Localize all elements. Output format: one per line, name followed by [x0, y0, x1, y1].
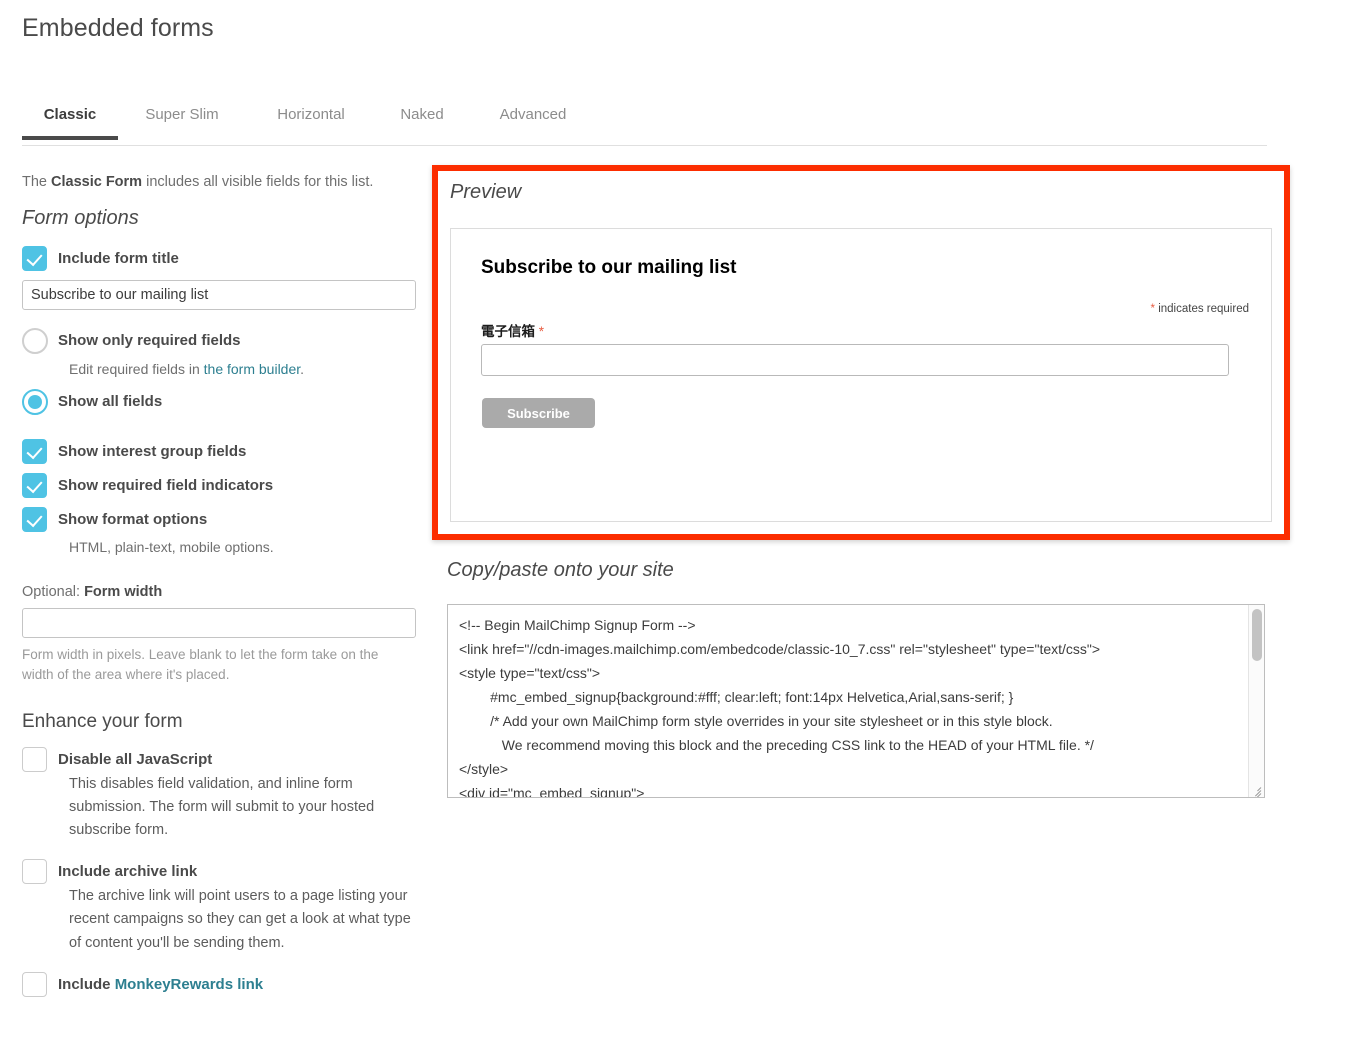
preview-subscribe-button[interactable]: Subscribe	[482, 398, 595, 428]
indicates-required-text: indicates required	[1155, 303, 1249, 315]
form-builder-help-post: .	[300, 361, 305, 378]
include-archive-link-row[interactable]: Include archive link	[22, 858, 422, 884]
embed-code-text: <!-- Begin MailChimp Signup Form --> <li…	[459, 617, 1101, 798]
preview-email-input[interactable]	[481, 344, 1229, 376]
include-archive-link-label: Include archive link	[58, 862, 198, 880]
show-required-field-indicators-label: Show required field indicators	[58, 476, 274, 494]
form-width-label-pre: Optional:	[22, 584, 85, 601]
intro-post: includes all visible fields for this lis…	[142, 174, 374, 190]
include-monkeyrewards-link-label: Include MonkeyRewards link	[58, 972, 263, 997]
preview-email-label: 電子信箱 *	[481, 320, 544, 340]
disable-all-javascript-label: Disable all JavaScript	[58, 750, 213, 768]
tab-classic[interactable]: Classic	[22, 106, 118, 140]
email-required-asterisk-icon: *	[538, 324, 545, 339]
form-width-label-bold: Form width	[84, 584, 163, 601]
tab-advanced-label: Advanced	[499, 106, 567, 123]
embed-code-scrollbar[interactable]	[1248, 605, 1264, 797]
tab-advanced[interactable]: Advanced	[468, 106, 598, 139]
show-format-options-label: Show format options	[58, 510, 208, 528]
disable-all-javascript-desc: This disables field validation, and inli…	[69, 775, 375, 839]
show-all-fields-radio[interactable]	[22, 388, 48, 415]
preview-form-title: Subscribe to our mailing list	[481, 257, 737, 278]
show-format-options-desc: HTML, plain-text, mobile options.	[69, 538, 274, 555]
monkeyrewards-label-pre: Include	[58, 976, 115, 994]
form-builder-help-pre: Edit required fields in	[69, 361, 204, 378]
show-only-required-label: Show only required fields	[58, 332, 241, 350]
tab-classic-label: Classic	[43, 106, 97, 123]
form-builder-help: Edit required fields in the form builder…	[69, 359, 422, 381]
enhance-your-form-heading: Enhance your form	[22, 710, 183, 732]
tab-super-slim[interactable]: Super Slim	[118, 106, 246, 139]
tab-horizontal-label: Horizontal	[277, 106, 345, 123]
indicates-required-note: * indicates required	[1151, 303, 1249, 315]
form-title-input[interactable]	[22, 280, 416, 311]
include-form-title-row[interactable]: Include form title	[22, 246, 422, 272]
include-monkeyrewards-link-row[interactable]: Include MonkeyRewards link	[22, 972, 422, 998]
monkeyrewards-link[interactable]: MonkeyRewards link	[115, 976, 263, 993]
include-archive-link-desc: The archive link will point users to a p…	[69, 887, 411, 951]
copy-paste-heading: Copy/paste onto your site	[447, 559, 674, 581]
form-width-help: Form width in pixels. Leave blank to let…	[22, 647, 379, 682]
page-title: Embedded forms	[22, 14, 214, 42]
form-width-input[interactable]	[22, 608, 416, 639]
embed-code-textarea[interactable]: <!-- Begin MailChimp Signup Form --> <li…	[447, 604, 1265, 798]
show-interest-group-fields-row[interactable]: Show interest group fields	[22, 438, 422, 464]
preview-heading: Preview	[450, 181, 522, 203]
tab-horizontal[interactable]: Horizontal	[246, 106, 376, 139]
preview-and-code-panel: Preview Subscribe to our mailing list * …	[432, 165, 1292, 798]
tab-super-slim-label: Super Slim	[145, 106, 219, 123]
form-options-panel: The Classic Form includes all visible fi…	[22, 172, 422, 998]
include-monkeyrewards-link-checkbox[interactable]	[22, 972, 47, 998]
intro-text: The Classic Form includes all visible fi…	[22, 172, 422, 193]
show-required-field-indicators-row[interactable]: Show required field indicators	[22, 472, 422, 498]
preview-email-label-text: 電子信箱	[481, 324, 535, 339]
resize-handle-icon[interactable]	[1248, 782, 1263, 797]
tab-naked[interactable]: Naked	[376, 106, 468, 139]
show-required-field-indicators-checkbox[interactable]	[22, 472, 47, 498]
show-only-required-radio[interactable]	[22, 328, 48, 355]
preview-form-container: Subscribe to our mailing list * indicate…	[450, 228, 1272, 522]
show-format-options-row[interactable]: Show format options	[22, 506, 422, 532]
show-interest-group-fields-checkbox[interactable]	[22, 438, 47, 464]
form-type-tabs: Classic Super Slim Horizontal Naked Adva…	[22, 106, 1267, 146]
show-all-fields-label: Show all fields	[58, 392, 163, 410]
embed-code-scrollbar-thumb[interactable]	[1252, 609, 1262, 661]
form-options-heading: Form options	[22, 207, 139, 230]
tab-naked-label: Naked	[400, 106, 444, 123]
preview-highlight-region: Preview Subscribe to our mailing list * …	[432, 165, 1290, 540]
show-format-options-checkbox[interactable]	[22, 506, 47, 532]
include-archive-link-checkbox[interactable]	[22, 858, 47, 884]
disable-all-javascript-row[interactable]: Disable all JavaScript	[22, 746, 422, 772]
form-builder-link[interactable]: the form builder	[204, 361, 301, 377]
show-only-required-row[interactable]: Show only required fields	[22, 328, 422, 355]
form-width-label: Optional: Form width	[22, 584, 422, 600]
disable-all-javascript-checkbox[interactable]	[22, 746, 47, 772]
show-interest-group-fields-label: Show interest group fields	[58, 442, 247, 460]
show-all-fields-row[interactable]: Show all fields	[22, 388, 422, 415]
intro-pre: The	[22, 174, 52, 190]
include-form-title-checkbox[interactable]	[22, 246, 47, 272]
include-form-title-label: Include form title	[58, 250, 179, 268]
intro-bold: Classic Form	[51, 174, 143, 190]
